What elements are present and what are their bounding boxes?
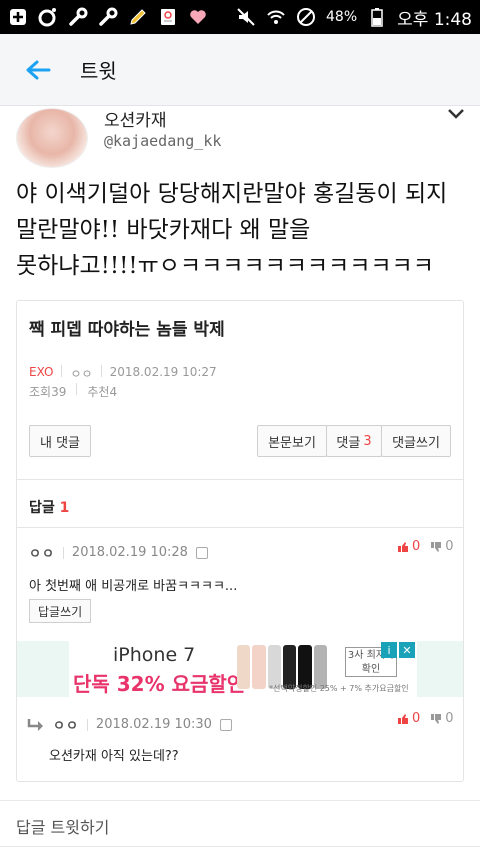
author-name[interactable]: 오션카재 xyxy=(104,106,167,131)
avatar[interactable] xyxy=(16,108,88,168)
divider xyxy=(0,800,480,801)
ad-fine-print: *선택약정할인 25% + 7% 추가요금할인 xyxy=(269,684,409,693)
lock-icon xyxy=(195,546,208,559)
chevron-down-icon xyxy=(448,109,464,119)
reply-button[interactable]: 답글쓰기 xyxy=(29,599,92,623)
comments-label: 댓글 xyxy=(336,435,361,451)
battery-icon xyxy=(367,7,387,27)
mute-icon xyxy=(236,7,256,27)
ad-brand: iPhone 7 xyxy=(113,644,196,666)
wrench-icon xyxy=(68,7,88,27)
divider xyxy=(76,383,78,395)
write-comment-button[interactable]: 댓글쓰기 xyxy=(381,425,451,457)
downvote-button[interactable]: 0 xyxy=(430,539,454,554)
app-bar: 트윗 xyxy=(0,34,480,106)
author-handle[interactable]: @kajaedang_kk xyxy=(104,132,221,150)
comment-date: 2018.02.19 10:30 xyxy=(95,717,212,732)
lock-icon xyxy=(219,718,232,731)
thumbs-down-icon xyxy=(431,713,442,724)
tweet-text-line: 말란말야!! 바닷카재다 왜 말을 xyxy=(16,217,311,243)
ad-content[interactable]: iPhone 7 단독 32% 요금할인 3사 최저가 확인 *선택약정할인 2… xyxy=(69,641,417,697)
downvote-button[interactable]: 0 xyxy=(430,711,454,726)
status-bar: 48% 오후 1:48 xyxy=(0,0,480,34)
reply-meta: ㅇㅇ 2018.02.19 10:30 xyxy=(27,715,232,734)
more-options-button[interactable] xyxy=(446,106,466,122)
divider xyxy=(17,479,463,480)
comment-votes: 0 0 xyxy=(397,539,454,554)
note-icon xyxy=(158,7,178,27)
thumbs-up-icon xyxy=(398,541,408,552)
page-title: 트윗 xyxy=(80,59,117,83)
ad-info-icon[interactable]: i xyxy=(381,642,397,658)
ad-promo: 단독 32% 요금할인 xyxy=(73,672,246,696)
comment-date: 2018.02.19 10:28 xyxy=(71,545,188,560)
add-icon xyxy=(8,7,28,27)
back-arrow-icon xyxy=(26,60,51,79)
replies-header: 답글 1 xyxy=(29,497,69,517)
replies-count: 1 xyxy=(59,500,70,516)
like-count: 추천4 xyxy=(87,385,118,399)
thumbs-up-icon xyxy=(398,713,408,724)
view-count: 조회39 xyxy=(29,385,67,399)
category-badge: EXO xyxy=(29,365,54,379)
heart-icon xyxy=(188,7,208,27)
comments-count: 3 xyxy=(363,433,372,449)
clock: 오후 1:48 xyxy=(397,9,472,30)
comments-button[interactable]: 댓글 3 xyxy=(326,425,382,457)
divider xyxy=(100,365,102,377)
divider xyxy=(0,846,480,847)
my-comments-button[interactable]: 내 댓글 xyxy=(29,425,91,457)
post-date: 2018.02.19 10:27 xyxy=(109,365,217,379)
reply-tweet-link[interactable]: 답글 트윗하기 xyxy=(16,814,109,838)
replies-label: 답글 xyxy=(29,500,55,516)
post-author: ㅇㅇ xyxy=(70,367,93,381)
pencil-icon xyxy=(128,7,148,27)
downvote-count: 0 xyxy=(445,711,454,726)
divider xyxy=(61,365,63,377)
thumbs-down-icon xyxy=(431,541,442,552)
upvote-button[interactable]: 0 xyxy=(397,539,420,554)
upvote-count: 0 xyxy=(412,711,421,726)
back-button[interactable] xyxy=(10,42,66,98)
comment-text: 아 첫번째 애 비공개로 바꿈ㅋㅋㅋㅋ... xyxy=(29,579,238,594)
wifi-icon xyxy=(266,7,286,27)
comment-author: ㅇㅇ xyxy=(53,719,79,734)
reply-arrow-icon xyxy=(27,718,43,731)
downvote-count: 0 xyxy=(445,539,454,554)
timer-icon xyxy=(38,7,58,27)
comment-text: 오션카재 아직 있는데?? xyxy=(49,749,179,764)
divider xyxy=(62,546,64,559)
tweet-text-line: 못하냐고!!!!ㅠㅇㅋㅋㅋㅋㅋㅋㅋㅋㅋㅋㅋㅋ xyxy=(16,253,434,279)
ad-close-icon[interactable]: ✕ xyxy=(399,642,415,658)
tweet-text-line: 야 이색기덜아 당당해지란말야 홍길동이 되지 xyxy=(16,181,448,207)
upvote-count: 0 xyxy=(412,539,421,554)
divider xyxy=(17,527,463,528)
wrench-icon-2 xyxy=(98,7,118,27)
reply-votes: 0 0 xyxy=(397,711,454,726)
divider xyxy=(86,718,88,731)
post-title[interactable]: 짹 피뎁 따야하는 놈들 박제 xyxy=(29,315,225,340)
ad-banner[interactable]: iPhone 7 단독 32% 요금할인 3사 최저가 확인 *선택약정할인 2… xyxy=(17,641,463,697)
embedded-card[interactable]: 짹 피뎁 따야하는 놈들 박제 EXO ㅇㅇ 2018.02.19 10:27 … xyxy=(16,300,464,782)
battery-percent: 48% xyxy=(326,9,358,25)
post-meta: EXO ㅇㅇ 2018.02.19 10:27 xyxy=(29,365,217,382)
post-stats: 조회39 추천4 xyxy=(29,383,117,400)
blocked-icon xyxy=(296,7,316,27)
view-post-button[interactable]: 본문보기 xyxy=(257,425,327,457)
tweet-text: 야 이색기덜아 당당해지란말야 홍길동이 되지 말란말야!! 바닷카재다 왜 말… xyxy=(16,176,466,284)
upvote-button[interactable]: 0 xyxy=(397,711,420,726)
comment-meta: ㅇㅇ 2018.02.19 10:28 xyxy=(29,543,208,562)
comment-author: ㅇㅇ xyxy=(29,547,55,562)
